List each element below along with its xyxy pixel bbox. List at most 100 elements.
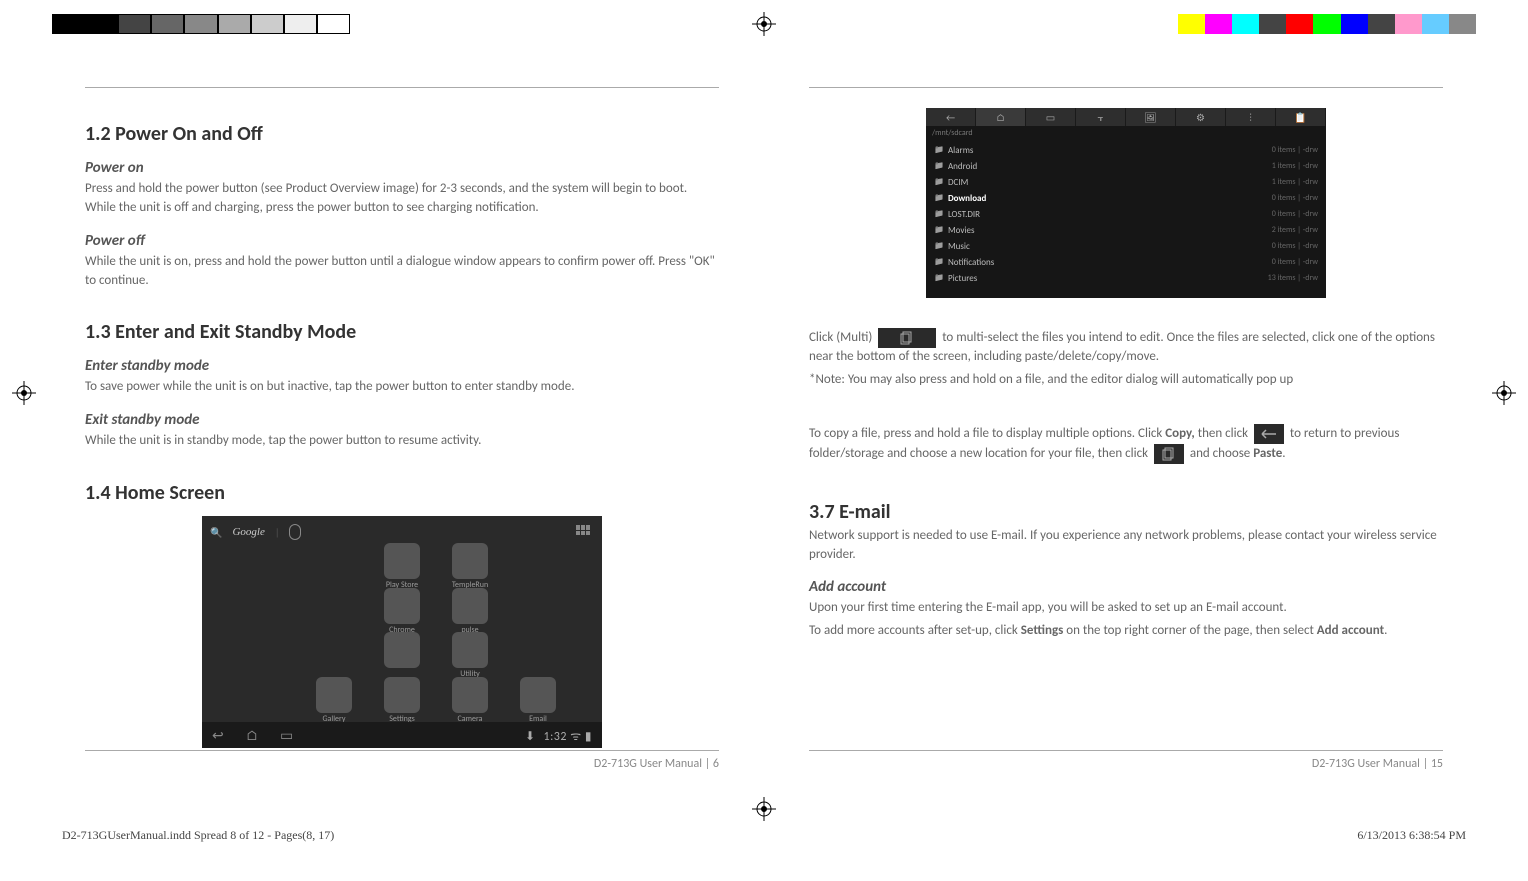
subheading-power-on: Power on	[85, 159, 719, 177]
fm-folder-meta: 13 items | -drw	[1268, 273, 1318, 284]
body-text: Upon your first time entering the E-mail…	[809, 599, 1443, 618]
fm-folder-row: Music 0 items | -drw	[926, 238, 1326, 254]
fm-folder-row: DCIM 1 items | -drw	[926, 174, 1326, 190]
app-icon: TempleRun	[452, 543, 488, 579]
fm-back-icon: ←	[926, 108, 976, 126]
fm-folder-meta: 1 items | -drw	[1272, 161, 1318, 172]
multi-select-icon	[878, 328, 936, 348]
body-text: While the unit is on, press and hold the…	[85, 253, 719, 291]
fm-folder-row: Pictures 13 items | -drw	[926, 270, 1326, 286]
app-icon	[520, 632, 556, 668]
body-text: Press and hold the power button (see Pro…	[85, 180, 719, 218]
heading-1-3: 1.3 Enter and Exit Standby Mode	[85, 320, 719, 344]
fm-folder-name: LOST.DIR	[934, 209, 980, 220]
fm-folder-name: Android	[934, 161, 977, 172]
subheading-power-off: Power off	[85, 232, 719, 250]
app-icon: pulse	[452, 588, 488, 624]
back-icon: ↩	[212, 727, 224, 744]
page-footer-right: D2-713G User Manual | 15	[809, 750, 1443, 771]
fm-folder-row: Android 1 items | -drw	[926, 158, 1326, 174]
body-text: To copy a file, press and hold a file to…	[809, 424, 1443, 464]
registration-mark-icon	[752, 797, 776, 821]
heading-1-4: 1.4 Home Screen	[85, 481, 719, 505]
app-icon	[520, 543, 556, 579]
file-manager-screenshot: ← ⌂ ▭ ⫟ 🖼 ⚙ ⫶ 📋 /mnt/sdcard Alarms0 item…	[926, 108, 1326, 298]
subheading-enter-standby: Enter standby mode	[85, 357, 719, 375]
app-icon: Chrome	[384, 588, 420, 624]
fm-folder-meta: 0 items | -drw	[1272, 241, 1318, 252]
app-icon	[316, 632, 352, 668]
heading-3-7: 3.7 E-mail	[809, 500, 1443, 524]
app-icon	[520, 588, 556, 624]
fm-folder-row: LOST.DIR 0 items | -drw	[926, 206, 1326, 222]
app-icon: Gallery	[316, 677, 352, 713]
page-rule	[809, 87, 1443, 88]
fm-folder-meta: 0 items | -drw	[1272, 145, 1318, 156]
app-icon: Utility	[452, 632, 488, 668]
fm-paste-icon: 📋	[1276, 108, 1326, 126]
app-icon	[248, 632, 284, 668]
fm-folder-name: Alarms	[934, 145, 973, 156]
page-right: ← ⌂ ▭ ⫟ 🖼 ⚙ ⫶ 📋 /mnt/sdcard Alarms0 item…	[809, 85, 1443, 771]
fm-folder-meta: 0 items | -drw	[1272, 209, 1318, 220]
paste-target-icon	[1154, 444, 1184, 464]
fm-folder-name: Notifications	[934, 257, 994, 268]
app-icon	[316, 588, 352, 624]
body-text: To add more accounts after set-up, click…	[809, 622, 1443, 641]
nav-bar: ↩ ⌂ ▭ ⬇1:32 ᯤ ▮	[202, 722, 602, 748]
home-screen-screenshot: 🔍 Google | Play StoreTempleRunChromepuls…	[202, 516, 602, 748]
heading-1-2: 1.2 Power On and Off	[85, 122, 719, 146]
body-text: While the unit is in standby mode, tap t…	[85, 432, 719, 451]
app-icon	[248, 588, 284, 624]
fm-folder-meta: 0 items | -drw	[1272, 257, 1318, 268]
fm-path: /mnt/sdcard	[926, 126, 1326, 140]
fm-folder-name: Movies	[934, 225, 975, 236]
download-icon: ⬇	[525, 730, 536, 744]
fm-folder-row: Download 0 items | -drw	[926, 190, 1326, 206]
page-left: 1.2 Power On and Off Power on Press and …	[85, 85, 719, 771]
fm-folder-name: Pictures	[934, 273, 977, 284]
body-text: To save power while the unit is on but i…	[85, 378, 719, 397]
subheading-exit-standby: Exit standby mode	[85, 411, 719, 429]
fm-folder-meta: 2 items | -drw	[1272, 225, 1318, 236]
page-rule	[85, 87, 719, 88]
fm-image-icon: 🖼	[1126, 108, 1176, 126]
registration-mark-icon	[1492, 381, 1516, 405]
recents-icon: ▭	[280, 727, 293, 744]
app-icon	[316, 543, 352, 579]
app-icon: Settings	[384, 677, 420, 713]
fm-folder-meta: 1 items | -drw	[1272, 177, 1318, 188]
page-footer-left: D2-713G User Manual | 6	[85, 750, 719, 771]
fm-usb-icon: ⫟	[1076, 108, 1126, 126]
fm-home-icon: ⌂	[976, 108, 1026, 126]
registration-mark-icon	[12, 381, 36, 405]
fm-folder-name: Download	[934, 193, 986, 204]
app-icon	[248, 543, 284, 579]
fm-folder-row: Notifications 0 items | -drw	[926, 254, 1326, 270]
fm-folder-meta: 0 items | -drw	[1272, 193, 1318, 204]
subheading-add-account: Add account	[809, 578, 1443, 596]
fm-settings-icon: ⚙	[1176, 108, 1226, 126]
back-arrow-icon	[1254, 424, 1284, 444]
app-icon: Camera	[452, 677, 488, 713]
fm-folder-row: Movies 2 items | -drw	[926, 222, 1326, 238]
wifi-icon: ᯤ	[570, 730, 581, 744]
body-text: Network support is needed to use E-mail.…	[809, 527, 1443, 565]
home-icon: ⌂	[246, 727, 258, 744]
app-icon: Play Store	[384, 543, 420, 579]
print-colorbar-left	[52, 14, 350, 34]
print-footer: D2-713GUserManual.indd Spread 8 of 12 - …	[62, 828, 1466, 843]
fm-folder-row: Alarms 0 items | -drw	[926, 142, 1326, 158]
fm-sdcard-icon: ▭	[1026, 108, 1076, 126]
fm-folder-name: DCIM	[934, 177, 968, 188]
body-note: *Note: You may also press and hold on a …	[809, 371, 1443, 390]
apps-grid-icon	[576, 525, 590, 535]
battery-icon: ▮	[585, 730, 592, 744]
app-icon: Email	[520, 677, 556, 713]
print-colorbar-right	[1178, 14, 1476, 34]
body-text: Click (Multi) to multi-select the files …	[809, 328, 1443, 367]
registration-mark-icon	[752, 12, 776, 36]
fm-folder-name: Music	[934, 241, 970, 252]
app-icon	[248, 677, 284, 713]
app-icon	[384, 632, 420, 668]
